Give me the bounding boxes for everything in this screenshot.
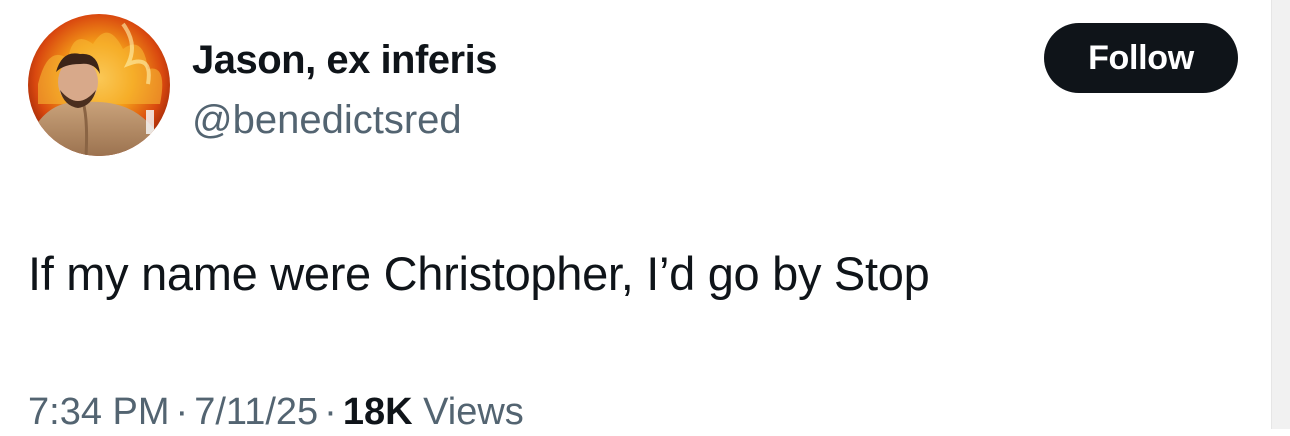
author-display-name[interactable]: Jason, ex inferis xyxy=(192,36,497,84)
views-label[interactable]: Views xyxy=(423,391,524,433)
tweet-date[interactable]: 7/11/25 xyxy=(194,391,318,433)
author-handle[interactable]: @benedictsred xyxy=(192,96,462,144)
meta-separator: · xyxy=(324,391,337,433)
author-avatar[interactable] xyxy=(28,14,170,156)
meta-separator: · xyxy=(175,391,189,433)
tweet-time[interactable]: 7:34 PM xyxy=(28,391,170,433)
scrollbar-track xyxy=(1271,0,1290,429)
tweet-text: If my name were Christopher, I’d go by S… xyxy=(28,247,930,300)
avatar-image xyxy=(28,14,170,156)
follow-button[interactable]: Follow xyxy=(1044,23,1238,93)
views-count[interactable]: 18K xyxy=(343,391,413,433)
